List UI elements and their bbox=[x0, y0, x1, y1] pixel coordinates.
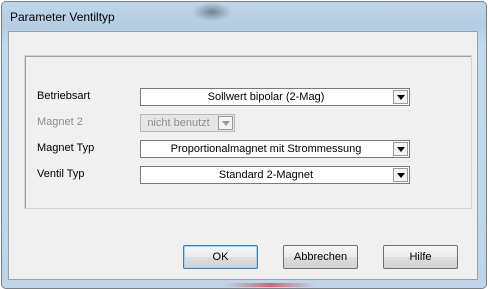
help-button[interactable]: Hilfe bbox=[383, 245, 458, 269]
magnet-type-select[interactable]: Proportionalmagnet mit Strommessung bbox=[140, 140, 410, 158]
chevron-down-icon[interactable] bbox=[393, 142, 408, 156]
ok-button[interactable]: OK bbox=[183, 245, 258, 269]
chevron-down-icon bbox=[218, 116, 233, 130]
magnet2-label: Magnet 2 bbox=[37, 116, 83, 128]
dialog-client-area: Betriebsart Sollwert bipolar (2-Mag) Mag… bbox=[8, 31, 478, 280]
title-bar-shadow bbox=[192, 2, 232, 22]
chevron-down-icon[interactable] bbox=[393, 90, 408, 104]
magnet2-value: nicht benutzt bbox=[147, 117, 210, 129]
magnet-type-value: Proportionalmagnet mit Strommessung bbox=[170, 143, 362, 155]
cancel-button[interactable]: Abbrechen bbox=[283, 245, 358, 269]
dialog-window: Parameter Ventiltyp Betriebsart Sollwert… bbox=[0, 0, 488, 289]
taskbar-accent bbox=[225, 283, 315, 287]
operating-mode-label: Betriebsart bbox=[37, 90, 91, 102]
operating-mode-value: Sollwert bipolar (2-Mag) bbox=[207, 91, 325, 103]
valve-type-value: Standard 2-Magnet bbox=[218, 169, 314, 181]
window-title: Parameter Ventiltyp bbox=[10, 10, 115, 24]
valve-type-label: Ventil Typ bbox=[37, 168, 85, 180]
magnet2-select: nicht benutzt bbox=[140, 114, 235, 132]
settings-group: Betriebsart Sollwert bipolar (2-Mag) Mag… bbox=[24, 55, 472, 209]
valve-type-select[interactable]: Standard 2-Magnet bbox=[140, 166, 410, 184]
magnet-type-label: Magnet Typ bbox=[37, 142, 95, 154]
chevron-down-icon[interactable] bbox=[393, 168, 408, 182]
operating-mode-select[interactable]: Sollwert bipolar (2-Mag) bbox=[140, 88, 410, 106]
